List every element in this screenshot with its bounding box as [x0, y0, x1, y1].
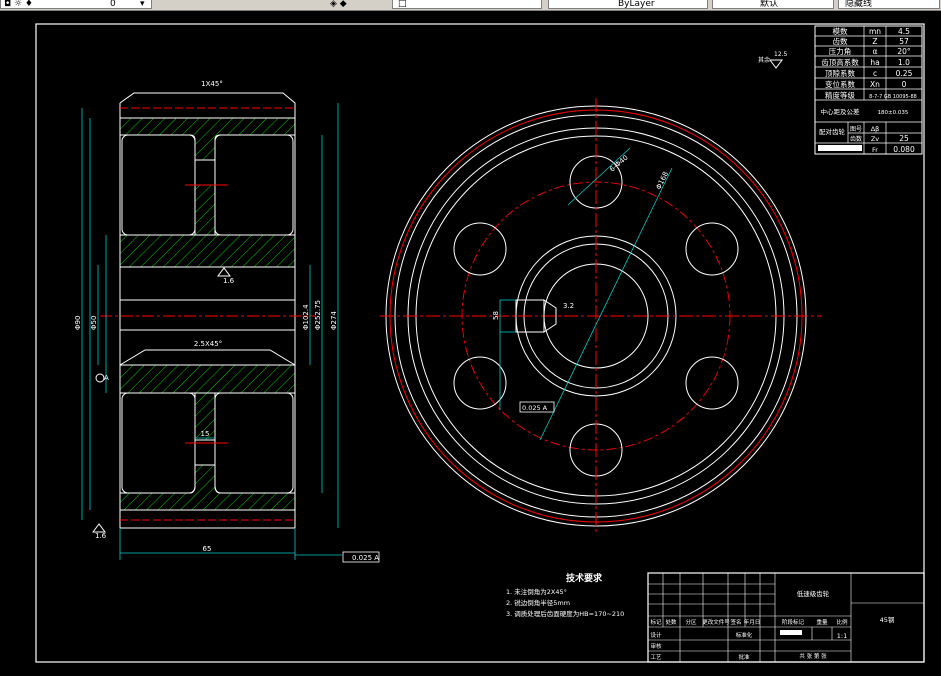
param-label-1: 齿数 [833, 36, 848, 46]
row-label-3: 工艺 [650, 654, 662, 661]
dim-bore: Φ50 [90, 316, 98, 330]
dim-width: 65 [203, 545, 212, 553]
tolerance-frame-2: 0.025 A [522, 404, 548, 412]
layer-icons: ◘ ☼ ♦ [4, 0, 33, 9]
lineweight-value: 默认 [760, 0, 779, 9]
paired-value-2: 0.080 [893, 145, 915, 154]
param-symbol-2: α [873, 47, 878, 56]
layer-manager-icon[interactable]: ◈ ◆ [330, 0, 347, 9]
param-label-6: 精度等级 [825, 90, 855, 100]
param-value-0: 4.5 [898, 27, 910, 36]
dim-top-chamfer: 1X45° [201, 80, 223, 88]
stage-label-2: 比例 [836, 618, 848, 626]
header-cell-2: 更改文件号 [702, 618, 730, 626]
header-cell-0: 处数 [665, 618, 677, 626]
plotstyle-value: 隐藏线 [845, 0, 873, 9]
dim-inner-chamfer: 2.5X45° [194, 340, 222, 348]
front-view [380, 98, 822, 534]
row-label-0: 标记 [650, 618, 662, 626]
approve-label: 批准 [738, 653, 750, 661]
paired-label: 配对齿轮 [819, 127, 846, 136]
pcd-label: Φ168 [655, 170, 670, 190]
paired-sub-1: 齿数 [850, 135, 862, 143]
row-label-2: 审核 [650, 642, 662, 650]
param-value-5: 0 [902, 80, 907, 89]
param-symbol-1: Z [872, 37, 877, 46]
param-value-2: 20° [897, 47, 911, 56]
material: 45钢 [880, 616, 895, 624]
param-label-3: 齿顶高系数 [821, 57, 859, 67]
paired-value-1: 25 [899, 134, 909, 143]
chevron-down-icon[interactable]: ▾ [140, 0, 145, 9]
layer-value: 0 [110, 0, 116, 9]
param-value-4: 0.25 [896, 69, 913, 78]
section-view: 1X45° 2.5X45° 65 15 1.6 1.6 A Φ252.75 Φ2… [74, 80, 380, 563]
dim-pitch: Φ102.4 [302, 304, 310, 330]
tech-item-1: 1. 未注倒角为2X45° [506, 587, 567, 596]
roughness-c: 3.2 [563, 302, 574, 310]
param-symbol-0: mn [869, 27, 881, 36]
roughness-value: 12.5 [774, 51, 788, 58]
param-symbol-3: ha [870, 58, 879, 67]
stage-label-1: 重量 [816, 618, 828, 626]
title-block: 低速级齿轮 45钢 1:1 共 张 第 张 标记 设计 审核 工艺 处数 分区 … [647, 572, 925, 663]
keyway-label: 58 [492, 311, 500, 320]
sheet-note: 共 张 第 张 [799, 652, 827, 660]
header-cell-3: 签名 [730, 618, 741, 626]
header-cell-1: 分区 [685, 618, 697, 626]
stage-label-0: 阶段标记 [782, 618, 805, 626]
part-name: 低速级齿轮 [797, 589, 830, 598]
linetype-value: ByLayer [618, 0, 655, 9]
drawing-canvas[interactable]: 1X45° 2.5X45° 65 15 1.6 1.6 A Φ252.75 Φ2… [0, 10, 941, 676]
param-value-7: 180±0.035 [878, 110, 909, 116]
row-label-1: 设计 [650, 631, 662, 639]
roughness-note: 其余 [758, 56, 770, 64]
paired-sub-0: 图号 [850, 126, 862, 133]
tech-item-2: 2. 锐边倒角半径5mm [506, 598, 570, 607]
paired-symbol-0: Δβ [871, 125, 880, 133]
scale: 1:1 [837, 632, 847, 640]
tolerance-frame: 0.025 A [352, 554, 379, 562]
param-value-3: 1.0 [898, 58, 910, 67]
dim-key-width: 15 [201, 430, 210, 438]
color-swatch-icon: □ [398, 0, 407, 9]
param-label-0: 模数 [833, 26, 848, 36]
header-cell-4: 年月日 [744, 618, 761, 626]
paired-symbol-2: Fr [872, 146, 878, 154]
datum-a: A [104, 374, 109, 382]
parameters-table: 模数 mn 4.5 齿数 Z 57 压力角 α 20° 齿顶高系数 ha 1.0… [814, 25, 923, 155]
dim-tip: Φ274 [330, 311, 338, 330]
tech-item-3: 3. 调质处理后齿面硬度为HB=170~210 [506, 609, 624, 618]
param-label-4: 顶隙系数 [825, 68, 855, 78]
paired-symbol-1: Zv [871, 135, 879, 143]
tech-requirements: 技术要求 1. 未注倒角为2X45° 2. 锐边倒角半径5mm 3. 调质处理后… [506, 572, 624, 618]
roughness-b: 1.6 [95, 532, 107, 540]
param-label-2: 压力角 [829, 46, 852, 56]
tech-title: 技术要求 [566, 572, 603, 584]
param-symbol-5: Xn [870, 80, 880, 89]
roughness-a: 1.6 [223, 277, 235, 285]
param-value-1: 57 [899, 37, 909, 46]
param-label-7: 中心距及公差 [821, 107, 861, 116]
color-control[interactable] [392, 0, 542, 9]
param-symbol-4: c [873, 69, 877, 78]
std-label: 标准化 [736, 631, 753, 639]
dim-root: Φ252.75 [314, 300, 322, 330]
param-label-5: 变位系数 [825, 79, 855, 89]
dim-hub: Φ90 [74, 316, 82, 330]
param-value-6: 8-7-7 GB 10095-88 [869, 94, 917, 100]
